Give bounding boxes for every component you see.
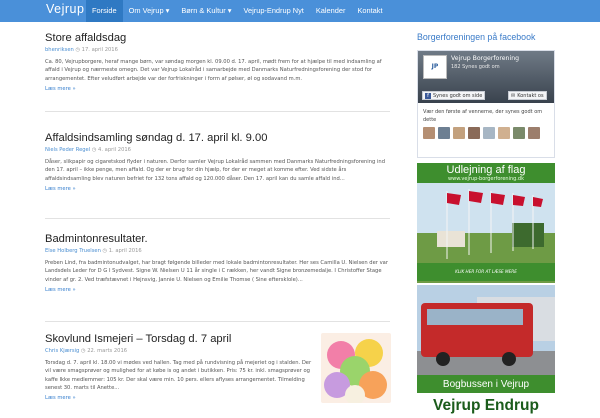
nav-kalender[interactable]: Kalender: [310, 0, 352, 22]
post-meta: Else Holberg Truelsen ◷ 1. april 2016: [45, 248, 390, 254]
clock-icon: ◷: [91, 147, 97, 153]
facebook-contact-button[interactable]: ✉ Kontakt os: [508, 91, 547, 100]
book-bus-banner[interactable]: Bogbussen i Vejrup: [417, 285, 555, 393]
post-title[interactable]: Store affaldsdag: [45, 32, 390, 44]
post-date: 1. april 2016: [108, 248, 142, 254]
post-date: 17. april 2016: [81, 47, 118, 53]
read-more-link[interactable]: Læs mere »: [45, 186, 390, 192]
post-excerpt: Dåser, slikpapir og cigaretskod flyder i…: [45, 159, 385, 182]
facebook-contact-label: Kontakt os: [517, 92, 544, 99]
facebook-like-count: 182 Synes godt om: [451, 64, 500, 70]
read-more-link[interactable]: Læs mere »: [45, 86, 390, 92]
facebook-friends-text: Vær den første af vennerne, der synes go…: [423, 109, 543, 123]
post-excerpt: Preben Lind, fra badmintonudvalget, har …: [45, 260, 388, 283]
flag-rental-url: www.vejrup-borgerforening.dk: [448, 176, 524, 182]
avatar[interactable]: [528, 127, 540, 139]
read-more-link[interactable]: Læs mere »: [45, 287, 390, 293]
facebook-like-button[interactable]: f Synes godt om side: [422, 91, 486, 100]
avatar[interactable]: [468, 127, 480, 139]
post-meta: bhenriksen ◷ 17. april 2016: [45, 47, 390, 53]
nav-born-kultur[interactable]: Børn & Kultur ▾: [175, 0, 237, 22]
main-nav: Forside Om Vejrup ▾ Børn & Kultur ▾ Vejr…: [86, 0, 389, 22]
post-title[interactable]: Affaldsindsamling søndag d. 17. april kl…: [45, 132, 390, 144]
post: Affaldsindsamling søndag d. 17. april kl…: [45, 132, 390, 219]
avatar[interactable]: [453, 127, 465, 139]
avatar[interactable]: [513, 127, 525, 139]
facebook-page-logo[interactable]: JP: [423, 55, 447, 79]
top-navbar: Vejrup Forside Om Vejrup ▾ Børn & Kultur…: [0, 0, 600, 22]
post: Badmintonresultater. Else Holberg Truels…: [45, 233, 390, 322]
avatar[interactable]: [438, 127, 450, 139]
nav-kontakt[interactable]: Kontakt: [351, 0, 388, 22]
message-icon: ✉: [511, 92, 516, 99]
clock-icon: ◷: [102, 248, 108, 254]
post: Skovlund Ismejeri – Torsdag d. 7 april C…: [45, 333, 391, 413]
clock-icon: ◷: [81, 348, 86, 354]
flag-rental-cta: KLIK HER FOR AT LÆSE MERE: [417, 263, 555, 281]
facebook-page-name[interactable]: Vejrup Borgerforening: [451, 55, 519, 62]
facebook-icon: f: [425, 92, 431, 99]
post-author[interactable]: Else Holberg Truelsen: [45, 248, 101, 254]
avatar[interactable]: [498, 127, 510, 139]
nav-om-vejrup[interactable]: Om Vejrup ▾: [123, 0, 176, 22]
avatar[interactable]: [483, 127, 495, 139]
post-author[interactable]: Chris Kjærsig: [45, 348, 79, 354]
post-excerpt: Ca. 80, Vejrupborgere, heraf mange børn,…: [45, 59, 382, 82]
post-title[interactable]: Badmintonresultater.: [45, 233, 390, 245]
facebook-like-label: Synes godt om side: [433, 92, 483, 99]
post-excerpt: Torsdag d. 7. april kl. 18.00 vi mødes v…: [45, 360, 312, 391]
post-author[interactable]: Niels Peder Regel: [45, 147, 90, 153]
ice-cream-thumbnail[interactable]: [321, 333, 391, 403]
post-date: 4. april 2016: [98, 147, 131, 153]
site-brand[interactable]: Vejrup: [46, 2, 84, 16]
post-date: 22. marts 2016: [87, 348, 128, 354]
avatar[interactable]: [423, 127, 435, 139]
sidebar: Borgerforeningen på facebook JP Vejrup B…: [417, 32, 555, 418]
vejrup-endrup-banner[interactable]: Vejrup Endrup: [417, 394, 555, 418]
flag-rental-banner[interactable]: Udlejning af flag www.vejrup-borgerforen…: [417, 163, 555, 283]
post: Store affaldsdag bhenriksen ◷ 17. april …: [45, 32, 390, 112]
post-meta: Niels Peder Regel ◷ 4. april 2016: [45, 147, 390, 153]
nav-vejrup-endrup-nyt[interactable]: Vejrup-Endrup Nyt: [237, 0, 309, 22]
read-more-link[interactable]: Læs mere »: [45, 395, 313, 401]
facebook-widget: JP Vejrup Borgerforening 182 Synes godt …: [417, 50, 555, 158]
book-bus-title: Bogbussen i Vejrup: [417, 375, 555, 393]
facebook-widget-title: Borgerforeningen på facebook: [417, 32, 536, 42]
post-title[interactable]: Skovlund Ismejeri – Torsdag d. 7 april: [45, 333, 313, 345]
clock-icon: ◷: [75, 47, 81, 53]
post-meta: Chris Kjærsig ◷ 22. marts 2016: [45, 348, 313, 354]
nav-forside[interactable]: Forside: [86, 0, 123, 22]
facebook-faces: [423, 127, 540, 139]
post-author[interactable]: bhenriksen: [45, 47, 74, 53]
